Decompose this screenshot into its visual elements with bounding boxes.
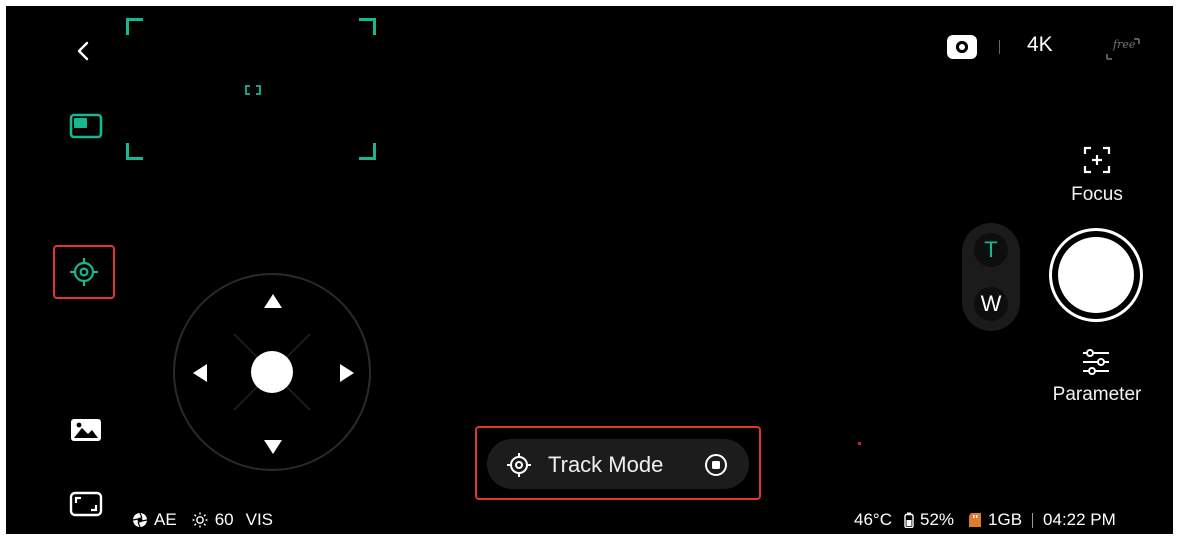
zoom-tele-button[interactable]: T (974, 233, 1008, 267)
resolution-button[interactable]: 4K (1027, 33, 1053, 57)
track-mode-label: Track Mode (548, 452, 664, 477)
picture-in-picture-icon (69, 113, 103, 139)
red-indicator-dot (858, 442, 861, 445)
status-bar-right: 46°C 52% 1GB 04:22 PM (854, 510, 1116, 530)
frame-corner-bottom-right (359, 143, 376, 160)
joystick-down-arrow-icon[interactable] (263, 439, 283, 455)
aperture-icon (132, 512, 148, 528)
target-crosshair-icon (70, 258, 98, 286)
focus-label: Focus (1071, 184, 1123, 205)
zoom-wide-button[interactable]: W (974, 287, 1008, 321)
storage-value: 1GB (988, 510, 1023, 529)
free-mode-button[interactable]: free (1103, 34, 1143, 64)
joystick-knob[interactable] (251, 351, 293, 393)
divider (999, 40, 1000, 54)
fullscreen-expand-icon (69, 491, 103, 517)
camera-mode-icon[interactable] (947, 35, 977, 59)
track-mode-toggle[interactable]: Track Mode (487, 439, 749, 489)
chevron-left-icon (77, 41, 89, 61)
ae-label: AE (154, 510, 177, 529)
battery-value: 52% (919, 510, 955, 529)
divider (1032, 512, 1034, 528)
gallery-button[interactable] (66, 414, 106, 446)
frame-corner-top-left (126, 18, 143, 35)
back-button[interactable] (70, 36, 96, 66)
frame-center-marker (245, 85, 261, 95)
joystick-left-arrow-icon[interactable] (192, 363, 208, 383)
focus-add-icon (1083, 146, 1111, 174)
record-stop-icon[interactable] (703, 452, 729, 478)
focus-button[interactable] (1081, 144, 1113, 176)
frame-corner-top-right (359, 18, 376, 35)
shutter-inner (1058, 237, 1134, 313)
brightness-icon (192, 512, 208, 528)
free-mode-label: free (1113, 38, 1136, 51)
joystick-right-arrow-icon[interactable] (339, 363, 355, 383)
sliders-icon (1083, 349, 1109, 375)
track-target-button[interactable] (53, 245, 115, 299)
fullscreen-button[interactable] (66, 488, 106, 520)
clock-time: 04:22 PM (1043, 510, 1116, 529)
exposure-value: 60 (214, 510, 234, 529)
parameter-button[interactable] (1079, 345, 1113, 379)
battery-icon (904, 512, 914, 528)
parameter-label: Parameter (1052, 384, 1142, 405)
gallery-image-icon (71, 419, 101, 441)
frame-corner-bottom-left (126, 143, 143, 160)
target-crosshair-icon (507, 453, 531, 477)
sd-card-icon (969, 513, 982, 527)
zoom-control: T W (962, 223, 1020, 331)
camera-screen: 4K free Focus T W Parameter Track Mode A… (6, 6, 1173, 534)
imaging-mode: VIS (245, 510, 274, 529)
picture-in-picture-button[interactable] (66, 110, 106, 142)
shutter-button[interactable] (1049, 228, 1143, 322)
temperature-value: 46°C (854, 510, 892, 529)
joystick-up-arrow-icon[interactable] (263, 293, 283, 309)
status-bar-left: AE 60 VIS (132, 510, 273, 530)
